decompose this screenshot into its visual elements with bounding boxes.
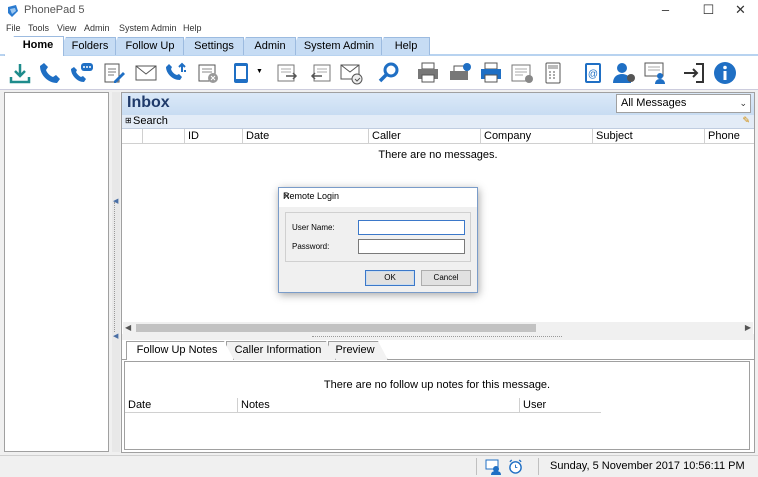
info-icon[interactable] <box>713 61 737 85</box>
title-bar: PhonePad 5 – ☐ ✕ <box>0 0 758 22</box>
report-icon[interactable] <box>510 61 534 85</box>
mobile-icon[interactable] <box>229 61 253 85</box>
mail-check-icon[interactable] <box>339 61 363 85</box>
tab-admin[interactable]: Admin <box>236 37 296 55</box>
calculator-icon[interactable] <box>541 61 565 85</box>
search-label: Search <box>133 115 168 127</box>
tab-caller-information[interactable]: Caller Information <box>226 341 336 360</box>
expand-icon[interactable]: ⊞ <box>125 116 132 125</box>
ribbon-tabs: Help System Admin Admin Settings Follow … <box>0 36 758 56</box>
download-icon[interactable] <box>8 61 32 85</box>
message-user-icon[interactable] <box>643 61 667 85</box>
empty-notes-text: There are no follow up notes for this me… <box>323 379 551 391</box>
username-label: User Name: <box>292 223 335 232</box>
detail-tabs: Preview Caller Information Follow Up Not… <box>122 340 754 360</box>
tab-follow-up-notes[interactable]: Follow Up Notes <box>126 341 234 360</box>
phone-chat-icon[interactable] <box>70 61 94 85</box>
inbox-header: Inbox All Messages ⌄ <box>122 93 754 115</box>
close-button[interactable]: ✕ <box>722 0 758 22</box>
minimize-button[interactable]: – <box>647 0 684 22</box>
email-book-icon[interactable]: @ <box>581 61 605 85</box>
column-company[interactable]: Company <box>480 129 592 144</box>
column-caller[interactable]: Caller <box>368 129 480 144</box>
scrollbar-thumb[interactable] <box>136 324 536 332</box>
window-title: PhonePad 5 <box>24 4 85 16</box>
column-note-date[interactable]: Date <box>125 398 237 413</box>
toolbar: ▼ @ <box>0 56 758 90</box>
alarm-clock-icon[interactable] <box>508 459 523 474</box>
menu-admin[interactable]: Admin <box>84 23 110 33</box>
print-preview-icon[interactable] <box>479 61 503 85</box>
dialog-close-icon[interactable]: ✕ <box>283 191 471 202</box>
mobile-dropdown-icon[interactable]: ▼ <box>256 68 263 75</box>
tab-system-admin[interactable]: System Admin <box>288 37 382 55</box>
menu-bar: File Tools View Admin System Admin Help <box>0 22 758 36</box>
search-bar[interactable]: ⊞ Search ✎ <box>122 115 754 129</box>
tab-follow-up[interactable]: Follow Up <box>108 37 184 55</box>
dialog-title-bar: Remote Login ✕ <box>279 188 477 207</box>
svg-text:@: @ <box>588 69 598 80</box>
column-date[interactable]: Date <box>242 129 368 144</box>
message-table-header: ID Date Caller Company Subject Phone <box>122 129 754 144</box>
menu-tools[interactable]: Tools <box>28 23 49 33</box>
notes-table-header: Date Notes User <box>125 398 601 413</box>
password-label: Password: <box>292 242 330 251</box>
horizontal-scrollbar[interactable]: ◀ ▶ <box>123 322 753 334</box>
cancel-button[interactable]: Cancel <box>421 270 471 286</box>
envelope-icon[interactable] <box>134 61 158 85</box>
reply-icon[interactable] <box>308 61 332 85</box>
tab-preview[interactable]: Preview <box>328 341 388 360</box>
user-status-icon[interactable] <box>485 459 501 475</box>
scroll-left-icon[interactable]: ◀ <box>125 322 131 334</box>
folder-panel <box>4 92 109 452</box>
tab-folders[interactable]: Folders <box>56 37 116 55</box>
phone-icon[interactable] <box>38 61 62 85</box>
logout-icon[interactable] <box>682 61 706 85</box>
app-logo-icon <box>8 5 18 17</box>
column-id[interactable]: ID <box>184 129 242 144</box>
expand-left-icon[interactable]: ◀ <box>113 332 118 340</box>
vertical-splitter[interactable]: ◀ ◀ <box>112 92 120 452</box>
user-settings-icon[interactable] <box>612 61 636 85</box>
tab-help[interactable]: Help <box>374 37 430 55</box>
empty-inbox-text: There are no messages. <box>378 149 498 161</box>
column-subject[interactable]: Subject <box>592 129 704 144</box>
message-filter-select[interactable]: All Messages ⌄ <box>616 94 751 113</box>
column-user[interactable]: User <box>519 398 601 413</box>
password-input[interactable] <box>358 239 465 254</box>
scroll-right-icon[interactable]: ▶ <box>745 322 751 334</box>
chevron-down-icon: ⌄ <box>739 98 747 108</box>
menu-help[interactable]: Help <box>183 23 202 33</box>
search-icon[interactable] <box>377 61 401 85</box>
column-notes[interactable]: Notes <box>237 398 519 413</box>
column-phone[interactable]: Phone <box>704 129 754 144</box>
remote-login-dialog: Remote Login ✕ User Name: Password: OK C… <box>278 187 478 293</box>
tab-home[interactable]: Home <box>4 36 64 56</box>
status-datetime: Sunday, 5 November 2017 10:56:11 PM <box>550 460 745 472</box>
menu-system-admin[interactable]: System Admin <box>119 23 177 33</box>
ok-button[interactable]: OK <box>365 270 415 286</box>
pencil-icon[interactable]: ✎ <box>742 115 750 126</box>
inbox-title: Inbox <box>127 94 170 111</box>
status-bar: Sunday, 5 November 2017 10:56:11 PM <box>0 455 758 477</box>
tab-settings[interactable]: Settings <box>176 37 244 55</box>
menu-view[interactable]: View <box>57 23 76 33</box>
printer-icon[interactable] <box>416 61 440 85</box>
phone-transfer-icon[interactable] <box>165 61 189 85</box>
fax-icon[interactable] <box>196 61 220 85</box>
follow-up-notes-table: Date Notes User There are no follow up n… <box>124 361 750 450</box>
forward-icon[interactable] <box>276 61 300 85</box>
menu-file[interactable]: File <box>6 23 21 33</box>
print-settings-icon[interactable] <box>448 61 472 85</box>
edit-note-icon[interactable] <box>102 61 126 85</box>
username-input[interactable] <box>358 220 465 235</box>
